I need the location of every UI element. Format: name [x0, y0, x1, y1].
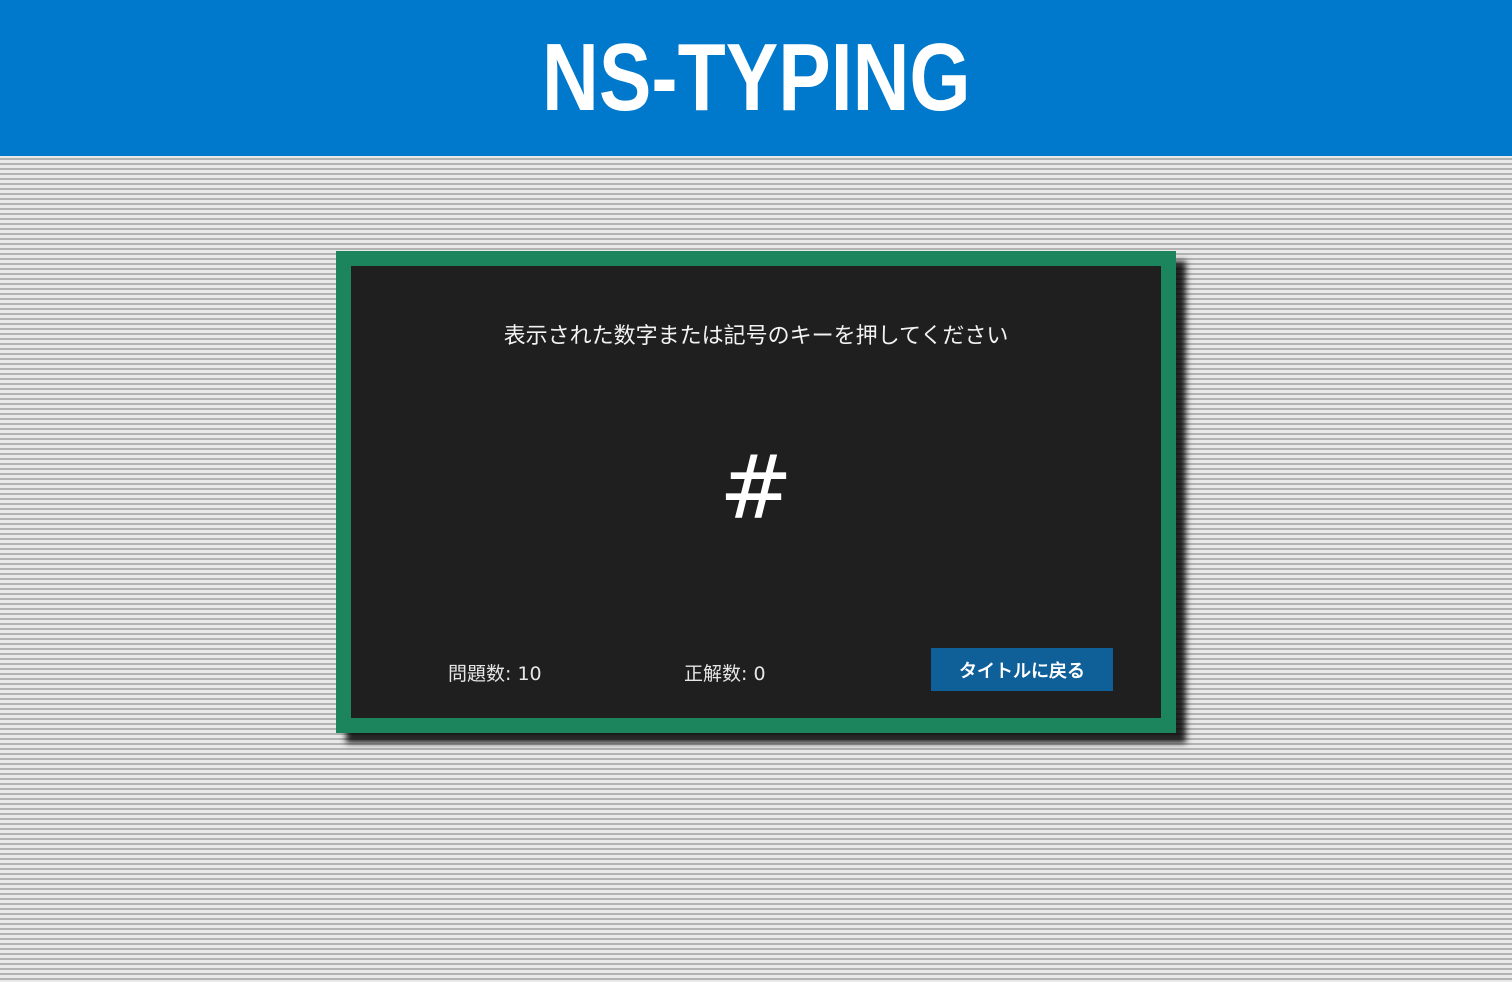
game-board: 表示された数字または記号のキーを押してください # 問題数: 10 正解数: 0… [351, 266, 1161, 718]
back-to-title-button[interactable]: タイトルに戻る [931, 648, 1113, 691]
target-character: # [719, 436, 793, 539]
correct-count: 正解数: 0 [684, 663, 766, 685]
question-count: 問題数: 10 [448, 663, 542, 685]
app-title: NS-TYPING [541, 24, 971, 131]
game-panel: 表示された数字または記号のキーを押してください # 問題数: 10 正解数: 0… [336, 251, 1176, 733]
app-header: NS-TYPING [0, 0, 1512, 156]
instruction-text: 表示された数字または記号のキーを押してください [503, 324, 1009, 349]
